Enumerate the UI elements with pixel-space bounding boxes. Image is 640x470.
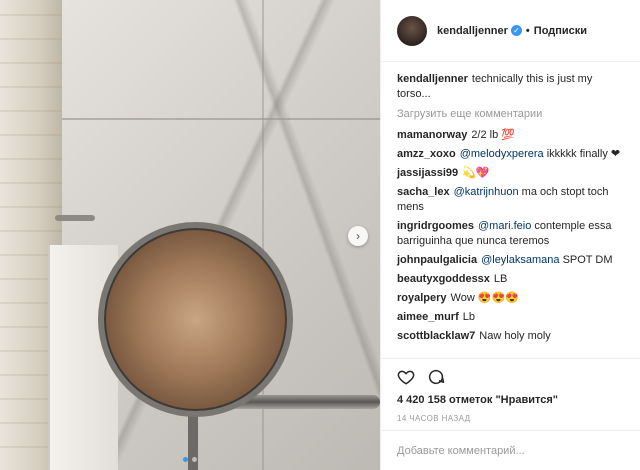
comment-text: LB: [493, 273, 508, 285]
tile-seam-horizontal: [62, 118, 380, 120]
comment-username[interactable]: scottblacklaw7: [397, 330, 475, 342]
heart-icon[interactable]: [397, 368, 415, 386]
caption: kendalljenner technically this is just my…: [397, 72, 624, 102]
comment-username[interactable]: mamanorway: [397, 129, 467, 141]
comment-item: aimee_murf Lb: [397, 308, 624, 327]
post-side-panel: kendalljenner ✓ • Подписки kendalljenner…: [380, 0, 640, 470]
comment-text: Wow 😍😍😍: [450, 292, 519, 304]
add-comment-bar: [381, 430, 640, 470]
comment-item: mamanorway 2/2 lb 💯: [397, 126, 624, 145]
comment-bubble-icon[interactable]: [427, 368, 445, 386]
comment-item: jassijassi99 💫💖: [397, 164, 624, 183]
comment-username[interactable]: royalpery: [397, 292, 447, 304]
verified-badge-icon: ✓: [510, 25, 522, 36]
comment-text: 2/2 lb 💯: [471, 129, 515, 141]
comment-mention[interactable]: @katrijnhuon: [454, 186, 519, 198]
comment-item: royalpery Wow 😍😍😍: [397, 289, 624, 308]
round-mirror: [98, 222, 293, 417]
post-photo[interactable]: ›: [0, 0, 380, 470]
comment-text: ikkkkk finally ❤: [543, 148, 621, 160]
towel-bar: [55, 215, 95, 221]
caption-username[interactable]: kendalljenner: [397, 73, 468, 85]
comment-mention[interactable]: @mari.feio: [478, 220, 531, 232]
separator-dot: •: [525, 24, 530, 37]
instagram-post: › kendalljenner ✓ • Подписки kendalljenn…: [0, 0, 640, 470]
comment-username[interactable]: jassijassi99: [397, 167, 458, 179]
comment-item: scottblacklaw7 Naw holy moly: [397, 327, 624, 346]
likes-count[interactable]: 4 420 158 отметок "Нравится": [381, 394, 640, 408]
comment-mention[interactable]: @melodyxperera: [460, 148, 544, 160]
chevron-right-icon: ›: [356, 229, 360, 243]
carousel-dot-active: [183, 457, 188, 462]
comment-item: ingridrgoomes @mari.feio contemple essa b…: [397, 217, 624, 251]
comment-text: 💫💖: [462, 167, 490, 179]
post-header: kendalljenner ✓ • Подписки: [381, 0, 640, 62]
comment-mention[interactable]: @leylaksamana: [481, 254, 559, 266]
comment-username[interactable]: sacha_lex: [397, 186, 450, 198]
avatar[interactable]: [397, 15, 427, 46]
comment-username[interactable]: aimee_murf: [397, 311, 459, 323]
header-username[interactable]: kendalljenner: [437, 25, 508, 37]
comment-item: beautyxgoddessx LB: [397, 270, 624, 289]
comment-item: amzz_xoxo @melodyxperera ikkkkk finally ❤: [397, 145, 624, 164]
next-photo-button[interactable]: ›: [348, 226, 368, 246]
post-timestamp: 14 ЧАСОВ НАЗАД: [397, 414, 471, 423]
follow-button[interactable]: Подписки: [534, 25, 587, 37]
carousel-indicator: [0, 457, 380, 462]
comment-text: Naw holy moly: [479, 330, 551, 342]
add-comment-input[interactable]: [397, 444, 624, 457]
comment-text: Lb: [462, 311, 476, 323]
carousel-dot: [192, 457, 197, 462]
comment-username[interactable]: beautyxgoddessx: [397, 273, 490, 285]
comment-username[interactable]: amzz_xoxo: [397, 148, 456, 160]
load-more-comments-link[interactable]: Загрузить еще комментарии: [397, 108, 624, 120]
comments-list: kendalljenner technically this is just my…: [381, 62, 640, 358]
comment-text: SPOT DM: [559, 254, 613, 266]
comment-username[interactable]: ingridrgoomes: [397, 220, 474, 232]
comment-item: johnpaulgalicia @leylaksamana SPOT DM: [397, 251, 624, 270]
post-actions: [381, 358, 640, 394]
comment-username[interactable]: johnpaulgalicia: [397, 254, 477, 266]
comment-item: sacha_lex @katrijnhuon ma och stopt toch …: [397, 183, 624, 217]
